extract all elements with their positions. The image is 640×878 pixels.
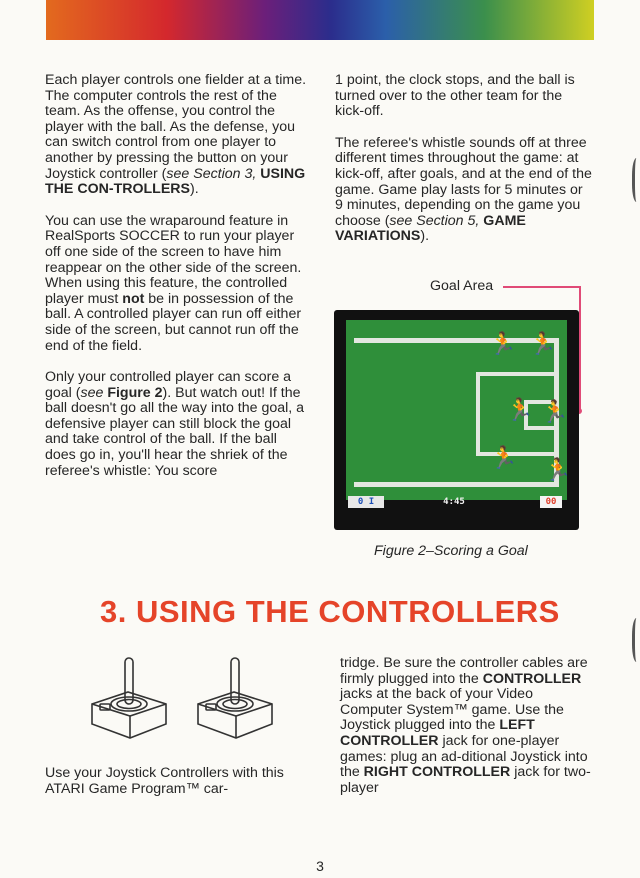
game-clock: 4:45 [443, 497, 465, 507]
paragraph-kickoff: 1 point, the clock stops, and the ball i… [335, 72, 575, 120]
figure-caption: Figure 2–Scoring a Goal [374, 543, 528, 559]
joystick-icon [197, 657, 273, 739]
blue-goalkeeper-icon: 🏃 [541, 400, 569, 425]
paragraph-fielder-control: Each player controls one fielder at a ti… [45, 72, 307, 198]
paragraph-whistle: The referee's whistle sounds off at thre… [335, 134, 592, 245]
joystick-icon [91, 657, 167, 739]
orange-player-icon: 🏃 [544, 458, 572, 483]
game-screenshot: 🏃 🏃 🏃 🏃 🏃 🏃 0 I 4:45 00 [334, 310, 579, 530]
soccer-field: 🏃 🏃 🏃 🏃 🏃 🏃 [346, 320, 571, 500]
paragraph-scoring: Only your controlled player can score a … [45, 369, 305, 479]
field-line-bottom [354, 482, 559, 487]
left-column: Each player controls one fielder at a ti… [45, 72, 307, 495]
controllers-instructions-text: tridge. Be sure the controller cables ar… [340, 655, 591, 796]
left-team-score: 0 I [348, 496, 384, 508]
joystick-controllers-illustration [91, 657, 273, 739]
right-team-score: 00 [540, 496, 562, 508]
goal-area-pointer-line [503, 286, 581, 288]
goal-box-bottom [524, 426, 556, 430]
controllers-intro-text: Use your Joystick Controllers with this … [45, 765, 284, 797]
binding-edge-mark [632, 158, 640, 202]
goal-area-pointer-drop [579, 286, 581, 412]
paragraph-wraparound: You can use the wraparound feature in Re… [45, 212, 302, 354]
page-number: 3 [316, 858, 324, 874]
binding-edge-mark [632, 618, 640, 662]
penalty-box-side [476, 372, 480, 456]
rainbow-header-bar [46, 0, 594, 40]
goal-area-label: Goal Area [430, 278, 494, 294]
right-column: 1 point, the clock stops, and the ball i… [335, 72, 593, 261]
orange-player-icon: 🏃 [529, 332, 557, 357]
orange-player-icon: 🏃 [506, 398, 534, 423]
section-heading: 3. USING THE CONTROLLERS [100, 594, 560, 629]
blue-player-icon: 🏃 [490, 446, 518, 471]
penalty-box-top [476, 372, 556, 376]
blue-player-icon: 🏃 [489, 332, 517, 357]
